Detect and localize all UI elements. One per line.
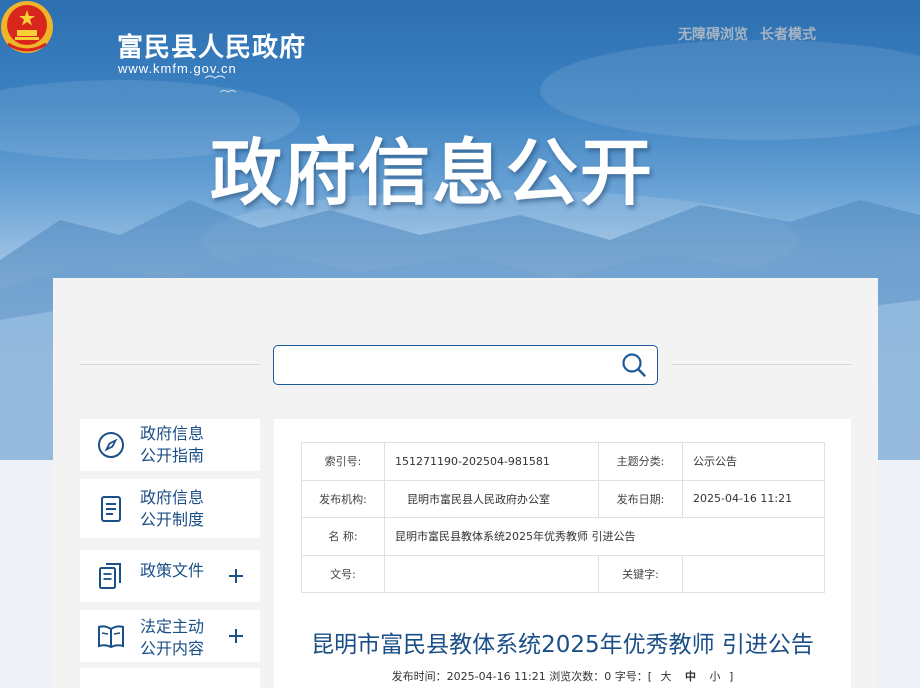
docno-value bbox=[384, 554, 599, 593]
document-info: 发布时间：2025-04-16 11:21 浏览次数：0 字号：[ 大 中 小 … bbox=[274, 668, 851, 684]
site-name: 富民县人民政府 bbox=[117, 33, 307, 63]
font-size-medium-button[interactable]: 中 bbox=[680, 670, 701, 683]
table-row: 索引号: 151271190-202504-981581 主题分类: 公示公告 bbox=[301, 442, 825, 481]
date-value: 2025-04-16 11:21 bbox=[682, 479, 825, 518]
accessibility-link[interactable]: 无障碍浏览 bbox=[678, 24, 748, 44]
national-emblem-logo bbox=[1, 1, 53, 53]
files-icon bbox=[99, 563, 121, 589]
plus-icon[interactable] bbox=[228, 568, 244, 584]
keyword-label: 关键字: bbox=[598, 554, 683, 593]
compass-icon bbox=[98, 432, 124, 458]
document-card: 索引号: 151271190-202504-981581 主题分类: 公示公告 … bbox=[274, 419, 851, 688]
sidebar-item-next[interactable] bbox=[80, 668, 260, 688]
table-row: 文号: 关键字: bbox=[301, 554, 825, 593]
publish-info: 发布时间：2025-04-16 11:21 浏览次数：0 字号：[ bbox=[391, 670, 653, 683]
info-suffix: ] bbox=[729, 670, 734, 683]
sidebar-label-line1: 政府信息 bbox=[140, 424, 205, 443]
sidebar-label-line1: 法定主动 bbox=[140, 617, 205, 636]
document-title: 昆明市富民县教体系统2025年优秀教师 引进公告 bbox=[311, 632, 814, 658]
search-divider-left bbox=[80, 364, 260, 365]
search-box bbox=[273, 345, 658, 385]
name-label: 名 称: bbox=[301, 517, 385, 556]
sidebar-item-label: 政府信息 公开指南 bbox=[140, 423, 204, 467]
book-icon bbox=[98, 625, 124, 649]
site-url: www.kmfm.gov.cn bbox=[118, 61, 237, 76]
table-row: 发布机构: 昆明市富民县人民政府办公室 发布日期: 2025-04-16 11:… bbox=[301, 479, 825, 518]
sidebar-label-line2: 公开指南 bbox=[140, 446, 205, 465]
topic-label: 主题分类: bbox=[598, 442, 683, 481]
sidebar-label-line2: 公开制度 bbox=[140, 510, 205, 529]
topic-value: 公示公告 bbox=[682, 442, 825, 481]
index-value: 151271190-202504-981581 bbox=[384, 442, 599, 481]
sidebar-item-label: 法定主动 公开内容 bbox=[140, 616, 204, 660]
content-panel: 政府信息 公开指南 政府信息 公开制度 政策文件 法定主动 公开内容 索引号: … bbox=[53, 278, 878, 688]
date-label: 发布日期: bbox=[598, 479, 683, 518]
elderly-mode-link[interactable]: 长者模式 bbox=[760, 24, 816, 44]
table-row: 名 称: 昆明市富民县教体系统2025年优秀教师 引进公告 bbox=[301, 517, 825, 556]
sidebar-item-statutory-content[interactable]: 法定主动 公开内容 bbox=[80, 610, 260, 662]
docno-label: 文号: bbox=[301, 554, 385, 593]
top-links: 无障碍浏览 长者模式 bbox=[678, 24, 816, 44]
search-icon[interactable] bbox=[621, 352, 647, 378]
document-meta-table: 索引号: 151271190-202504-981581 主题分类: 公示公告 … bbox=[301, 442, 825, 593]
sidebar-label-line1: 政府信息 bbox=[140, 488, 205, 507]
sidebar-item-label: 政策文件 bbox=[140, 561, 205, 580]
sidebar-label-line2: 公开内容 bbox=[140, 639, 205, 658]
sidebar-item-policy-files[interactable]: 政策文件 bbox=[80, 550, 260, 602]
search-divider-right bbox=[671, 364, 851, 365]
org-label: 发布机构: bbox=[301, 479, 385, 518]
plus-icon[interactable] bbox=[228, 628, 244, 644]
keyword-value bbox=[682, 554, 825, 593]
font-size-large-button[interactable]: 大 bbox=[656, 670, 677, 683]
index-label: 索引号: bbox=[301, 442, 385, 481]
sidebar-item-disclosure-guide[interactable]: 政府信息 公开指南 bbox=[80, 419, 260, 471]
hero-title: 政府信息公开 bbox=[210, 131, 655, 215]
org-value: 昆明市富民县人民政府办公室 bbox=[384, 479, 599, 518]
sidebar-item-disclosure-system[interactable]: 政府信息 公开制度 bbox=[80, 479, 260, 538]
search-input[interactable] bbox=[284, 352, 604, 378]
font-size-small-button[interactable]: 小 bbox=[705, 670, 726, 683]
document-icon bbox=[101, 496, 121, 522]
name-value: 昆明市富民县教体系统2025年优秀教师 引进公告 bbox=[384, 517, 825, 556]
sidebar-item-label: 政府信息 公开制度 bbox=[140, 487, 204, 531]
